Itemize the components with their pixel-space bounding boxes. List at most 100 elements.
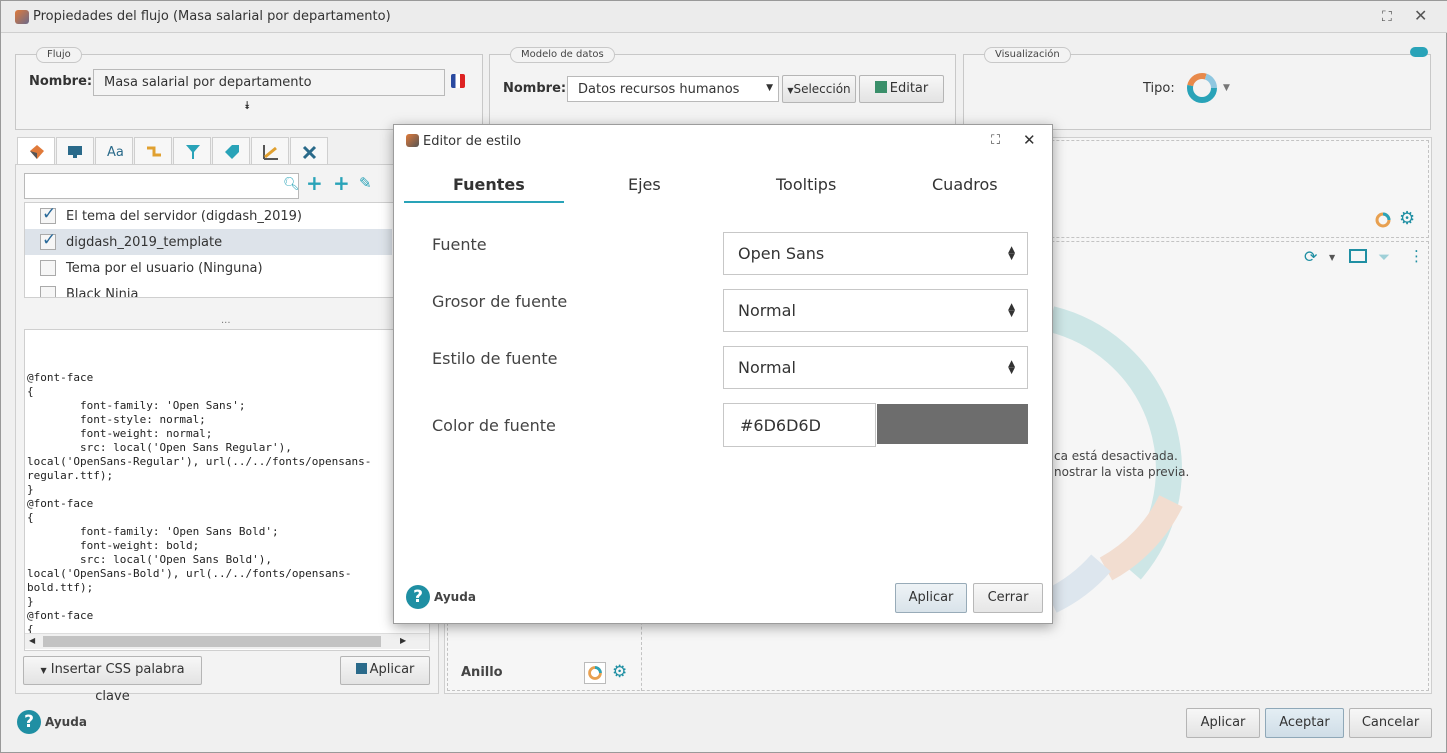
- toggle-switch[interactable]: [1410, 47, 1428, 57]
- more-options-icon[interactable]: ⋮: [1409, 247, 1424, 265]
- footer-cancel-button[interactable]: Cancelar: [1349, 708, 1432, 738]
- dialog-title: Editor de estilo: [423, 134, 522, 149]
- footer-apply-button[interactable]: Aplicar: [1186, 708, 1260, 738]
- tab-chart-icon[interactable]: [251, 137, 289, 165]
- list-item-label: Tema por el usuario (Ninguna): [66, 261, 263, 276]
- css-apply-label: Aplicar: [369, 662, 415, 677]
- help-label[interactable]: Ayuda: [45, 715, 87, 729]
- font-select[interactable]: Open Sans ▲ ▼: [723, 232, 1028, 275]
- select-arrows-icon: ▲ ▼: [1008, 359, 1015, 376]
- dialog-close-button[interactable]: Cerrar: [973, 583, 1043, 613]
- data-model-legend: Modelo de datos: [510, 47, 615, 63]
- tab-tools-icon[interactable]: [290, 137, 328, 165]
- insert-css-keyword-button[interactable]: ▼ Insertar CSS palabra clave: [23, 656, 202, 704]
- tab-flow-icon[interactable]: [134, 137, 172, 165]
- svg-text:Aa: Aa: [107, 145, 124, 160]
- ring-chart-icon[interactable]: [1374, 211, 1392, 229]
- list-item[interactable]: ✓ El tema del servidor (digdash_2019): [25, 203, 392, 229]
- visualization-legend: Visualización: [984, 47, 1071, 63]
- preview-disabled-msg-2: nostrar la vista previa.: [1054, 465, 1190, 479]
- list-item-label: Black Ninja: [66, 287, 139, 297]
- list-item[interactable]: Tema por el usuario (Ninguna): [25, 255, 392, 281]
- checkbox-checked[interactable]: ✓: [40, 204, 56, 224]
- add-icon[interactable]: +: [306, 171, 323, 195]
- scroll-right-icon[interactable]: ▶: [400, 636, 406, 645]
- tab-fuentes[interactable]: Fuentes: [453, 175, 525, 194]
- data-model-select-button[interactable]: ▼Selección: [782, 75, 856, 103]
- tab-style-icon[interactable]: [17, 137, 55, 165]
- font-color-input[interactable]: #6D6D6D: [723, 403, 876, 447]
- refresh-dropdown-icon[interactable]: ▼: [1329, 253, 1335, 262]
- dropdown-arrow-icon: ▼: [40, 666, 47, 675]
- add-child-icon[interactable]: +: [333, 171, 350, 195]
- dialog-close-icon[interactable]: ✕: [1023, 131, 1036, 149]
- expand-chevron-icon[interactable]: ⯯: [244, 99, 251, 113]
- css-code[interactable]: @font-face { font-family: 'Open Sans'; f…: [27, 371, 371, 637]
- dialog-maximize-icon[interactable]: ⛶: [991, 133, 1000, 148]
- tab-cuadros[interactable]: Cuadros: [932, 175, 998, 194]
- fullscreen-icon[interactable]: [1349, 249, 1367, 263]
- app-logo-icon: [15, 10, 29, 24]
- scrollbar-thumb[interactable]: [43, 636, 381, 647]
- ring-chart-small-icon[interactable]: [584, 662, 606, 684]
- gear-icon[interactable]: ⚙: [1399, 208, 1415, 229]
- font-color-label: Color de fuente: [432, 416, 556, 435]
- tab-text-icon[interactable]: Aa: [95, 137, 133, 165]
- list-item-selected[interactable]: ✓ digdash_2019_template: [25, 229, 392, 255]
- font-color-value: #6D6D6D: [740, 416, 821, 435]
- font-select-value: Open Sans: [738, 244, 825, 263]
- font-style-label: Estilo de fuente: [432, 349, 558, 368]
- cube-icon: [874, 81, 887, 93]
- checkbox-unchecked[interactable]: [40, 286, 56, 297]
- font-weight-select[interactable]: Normal ▲ ▼: [723, 289, 1028, 332]
- tab-filter-icon[interactable]: [173, 137, 211, 165]
- footer-accept-button[interactable]: Aceptar: [1265, 708, 1344, 738]
- horizontal-scrollbar[interactable]: ◀ ▶: [25, 633, 429, 649]
- font-style-select[interactable]: Normal ▲ ▼: [723, 346, 1028, 389]
- scroll-left-icon[interactable]: ◀: [29, 636, 35, 645]
- checkbox-checked[interactable]: ✓: [40, 230, 56, 250]
- tab-ejes[interactable]: Ejes: [628, 175, 661, 194]
- help-icon[interactable]: ?: [17, 710, 41, 734]
- insert-css-label: Insertar CSS palabra clave: [50, 662, 185, 704]
- edit-icon[interactable]: ✎: [359, 174, 372, 192]
- maximize-icon[interactable]: ⛶: [1382, 9, 1392, 25]
- chart-gear-icon[interactable]: ⚙: [612, 662, 627, 682]
- list-item-label: digdash_2019_template: [66, 235, 223, 250]
- font-color-swatch[interactable]: [877, 404, 1028, 444]
- refresh-icon[interactable]: ⟳: [1304, 247, 1317, 266]
- chart-type-label: Anillo: [461, 665, 503, 680]
- tab-tooltips[interactable]: Tooltips: [776, 175, 836, 194]
- flow-name-input[interactable]: Masa salarial por departamento: [93, 69, 445, 96]
- font-weight-label: Grosor de fuente: [432, 292, 568, 311]
- apply-icon: [355, 663, 367, 674]
- checkmark-icon: ✓: [42, 230, 57, 250]
- tab-tag-icon[interactable]: [212, 137, 250, 165]
- dialog-help-icon[interactable]: ?: [406, 585, 430, 609]
- filter-icon[interactable]: ⏷: [1378, 248, 1390, 266]
- checkbox-unchecked[interactable]: [40, 260, 56, 276]
- tab-display-icon[interactable]: [56, 137, 94, 165]
- splitter-handle[interactable]: ...: [221, 315, 231, 326]
- list-item[interactable]: Black Ninja: [25, 281, 392, 297]
- data-model-select[interactable]: Datos recursos humanos ▼: [567, 76, 779, 102]
- close-icon[interactable]: ✕: [1414, 6, 1427, 25]
- dialog-apply-button[interactable]: Aplicar: [895, 583, 967, 613]
- dialog-help-label[interactable]: Ayuda: [434, 590, 476, 604]
- data-model-name-label: Nombre:: [503, 81, 567, 96]
- select-arrows-icon: ▲ ▼: [1008, 245, 1015, 262]
- checkmark-icon: ✓: [42, 204, 57, 224]
- dialog-logo-icon: [406, 134, 419, 147]
- data-model-edit-button[interactable]: Editar: [859, 75, 944, 103]
- style-search-input[interactable]: [24, 173, 299, 199]
- search-icon[interactable]: 🔍︎: [283, 177, 300, 192]
- dropdown-arrow-icon: ▼: [766, 83, 773, 93]
- css-apply-button[interactable]: Aplicar: [340, 656, 430, 685]
- language-flag-icon[interactable]: [451, 74, 465, 88]
- type-dropdown-arrow-icon[interactable]: ▼: [1223, 83, 1230, 93]
- font-style-value: Normal: [738, 358, 796, 377]
- ring-chart-type-icon[interactable]: [1185, 71, 1219, 105]
- edit-button-label: Editar: [889, 81, 929, 96]
- flow-legend: Flujo: [36, 47, 82, 63]
- flow-name-label: Nombre:: [29, 74, 93, 89]
